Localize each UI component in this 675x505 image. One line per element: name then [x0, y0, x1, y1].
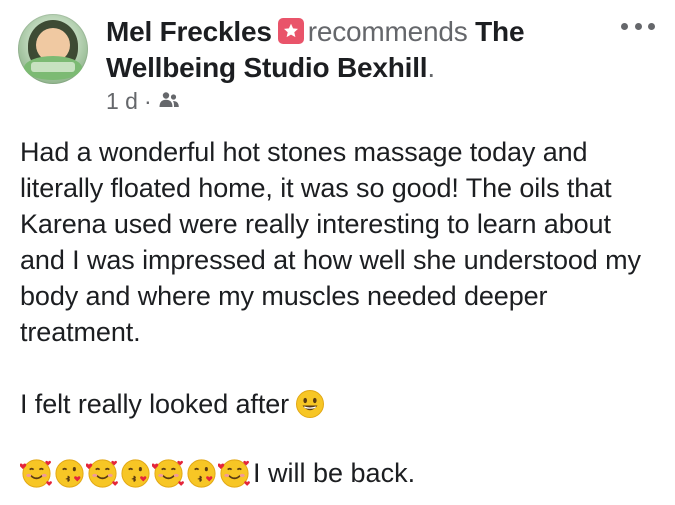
more-dot [634, 22, 642, 30]
recommends-text: recommends [307, 16, 468, 47]
avatar[interactable] [18, 14, 88, 84]
author-name[interactable]: Mel Freckles [106, 16, 272, 47]
smiling-face-with-hearts-icon [152, 458, 184, 488]
face-blowing-kiss-icon [55, 458, 84, 488]
recommend-badge-icon [277, 18, 304, 44]
post-card: Mel Freckles recommends The Wellbeing Stu… [0, 0, 675, 505]
face-blowing-kiss-icon [187, 458, 216, 488]
friends-audience-icon[interactable] [158, 88, 180, 115]
more-options-icon[interactable] [621, 18, 655, 34]
post-body: Had a wonderful hot stones massage today… [20, 134, 660, 458]
meta-separator: · [143, 88, 152, 114]
grinning-face-emoji-icon [295, 389, 325, 419]
emoji-sequence: I will be back. [20, 455, 415, 491]
post-header: Mel Freckles recommends The Wellbeing Stu… [106, 14, 611, 86]
post-paragraph: Had a wonderful hot stones massage today… [20, 137, 641, 347]
post-timestamp[interactable]: 1 d [106, 88, 138, 115]
avatar-banner [31, 62, 75, 72]
smiling-face-with-hearts-icon [86, 458, 118, 488]
face-blowing-kiss-icon [121, 458, 150, 488]
more-dot [648, 22, 655, 30]
post-paragraph-text: I felt really looked after [20, 389, 290, 419]
more-dot [621, 22, 628, 30]
post-paragraph-2: I felt really looked after [20, 386, 660, 422]
smiling-face-with-hearts-icon [218, 458, 250, 488]
header-period: . [427, 52, 435, 83]
closing-text: I will be back. [253, 458, 416, 488]
post-meta: 1 d · [106, 88, 180, 115]
smiling-face-with-hearts-icon [20, 458, 52, 488]
